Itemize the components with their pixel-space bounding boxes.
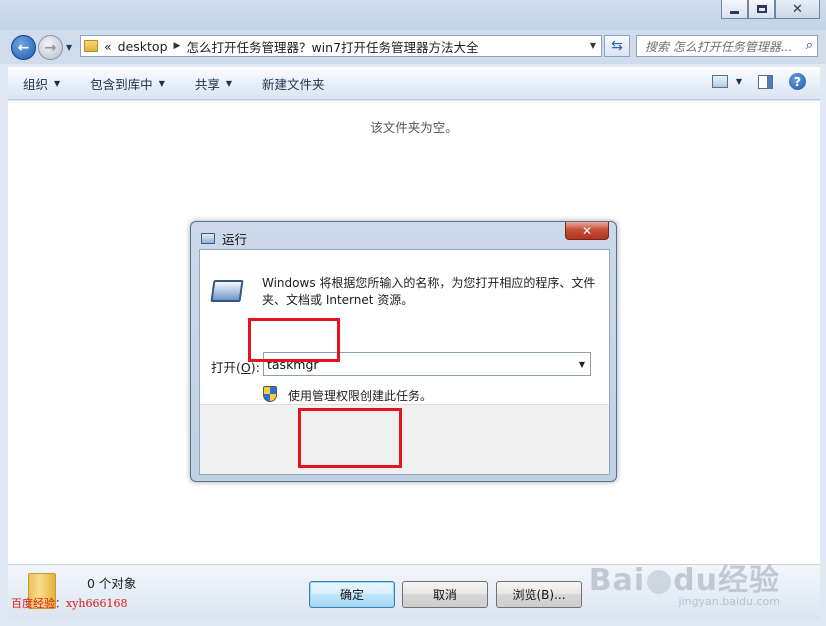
run-dialog-button-area: 确定 取消 浏览(B)...: [200, 404, 609, 608]
address-bar[interactable]: « desktop ▶ 怎么打开任务管理器？win7打开任务管理器方法大全 ▼: [80, 35, 602, 57]
window-titlebar: ✕: [0, 0, 826, 30]
watermark-author: 百度经验：xyh666168: [11, 597, 128, 610]
watermark-baidu: Bai du经验 jingyan.baidu.com: [589, 555, 780, 608]
folder-icon: [84, 40, 98, 52]
back-arrow-icon: ←: [17, 39, 30, 56]
include-in-library-menu[interactable]: 包含到库中 ▼: [75, 74, 180, 93]
cancel-button[interactable]: 取消: [402, 581, 488, 608]
search-input[interactable]: 搜索 怎么打开任务管理器... ⌕: [636, 35, 818, 57]
toolbar-right-group: ▼ ?: [711, 73, 806, 90]
maximize-icon: [756, 5, 767, 13]
uac-shield-icon: [263, 386, 277, 402]
minimize-button[interactable]: [721, 0, 748, 19]
run-icon: [210, 280, 244, 302]
open-label-prefix: 打开(: [211, 360, 241, 375]
ok-button[interactable]: 确定: [309, 581, 395, 608]
browse-button[interactable]: 浏览(B)...: [496, 581, 582, 608]
view-options-button[interactable]: ▼: [711, 75, 742, 88]
view-options-icon: [711, 75, 728, 88]
search-placeholder: 搜索 怎么打开任务管理器...: [645, 39, 793, 54]
highlight-input-box: [248, 318, 340, 362]
run-dialog-titlebar: 运行: [201, 229, 247, 248]
run-dialog-body: Windows 将根据您所输入的名称，为您打开相应的程序、文件夹、文档或 Int…: [199, 249, 610, 608]
include-in-library-label: 包含到库中: [90, 76, 153, 92]
chevron-down-icon: ▼: [158, 78, 165, 88]
command-toolbar: 组织 ▼ 包含到库中 ▼ 共享 ▼ 新建文件夹 ▼ ?: [8, 67, 820, 100]
organize-menu[interactable]: 组织 ▼: [8, 74, 75, 93]
breadcrumb-current-folder[interactable]: 怎么打开任务管理器？win7打开任务管理器方法大全: [186, 37, 478, 56]
run-icon: [201, 233, 215, 244]
organize-label: 组织: [23, 76, 49, 92]
search-icon[interactable]: ⌕: [806, 38, 813, 53]
refresh-icon: ⇆: [611, 38, 623, 54]
chevron-down-icon[interactable]: ▼: [579, 360, 585, 369]
share-menu[interactable]: 共享 ▼: [180, 74, 247, 93]
preview-pane-icon[interactable]: [758, 74, 773, 89]
refresh-button[interactable]: ⇆: [604, 35, 630, 57]
maximize-button[interactable]: [748, 0, 775, 19]
forward-button[interactable]: →: [38, 35, 63, 60]
chevron-down-icon: ▼: [225, 78, 233, 88]
back-button[interactable]: ←: [11, 35, 36, 60]
open-label-suffix: ):: [250, 360, 260, 375]
recent-pages-dropdown[interactable]: ▼: [66, 43, 72, 52]
baidu-paw-icon: [647, 569, 672, 594]
run-dialog-close-button[interactable]: ✕: [565, 222, 609, 240]
run-description: Windows 将根据您所输入的名称，为您打开相应的程序、文件夹、文档或 Int…: [262, 276, 596, 307]
item-count: 0 个对象: [87, 576, 137, 591]
close-icon: ✕: [792, 1, 803, 17]
caption-buttons: ✕: [721, 0, 820, 19]
run-dialog-title: 运行: [222, 232, 248, 247]
chevron-down-icon: ▼: [54, 78, 61, 88]
watermark-baidu-part2: du经验: [673, 563, 780, 598]
new-folder-button[interactable]: 新建文件夹: [247, 74, 340, 93]
minimize-icon: [730, 10, 739, 14]
empty-folder-message: 该文件夹为空。: [370, 120, 458, 135]
close-button[interactable]: ✕: [775, 0, 820, 19]
help-icon[interactable]: ?: [789, 73, 806, 90]
address-chevrons[interactable]: «: [104, 39, 112, 54]
open-label-accesskey: O: [240, 360, 251, 375]
close-icon: ✕: [581, 223, 593, 238]
highlight-ok-button: [298, 408, 402, 468]
watermark-baidu-part1: Bai: [588, 563, 646, 598]
admin-privileges-note: 使用管理权限创建此任务。: [288, 389, 433, 403]
address-dropdown-icon[interactable]: ▼: [590, 41, 596, 50]
breadcrumb-separator-icon[interactable]: ▶: [174, 41, 181, 51]
forward-arrow-icon: →: [44, 39, 57, 56]
breadcrumb-desktop[interactable]: desktop: [118, 39, 168, 54]
new-folder-label: 新建文件夹: [262, 76, 325, 92]
chevron-down-icon: ▼: [735, 77, 742, 86]
share-label: 共享: [194, 76, 220, 92]
